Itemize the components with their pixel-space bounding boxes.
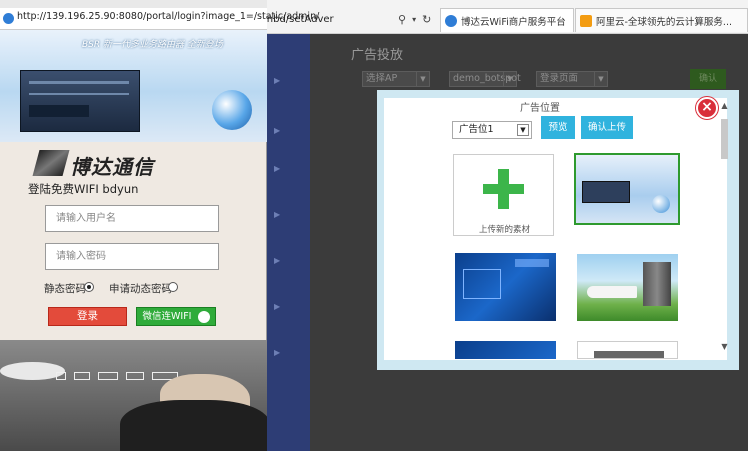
portal-footer-image — [0, 340, 267, 451]
scroll-up-icon[interactable]: ▲ — [719, 101, 730, 111]
ie-icon — [3, 13, 14, 24]
static-password-radio[interactable] — [84, 282, 94, 292]
static-password-label: 静态密码 — [44, 283, 86, 295]
scroll-down-icon[interactable]: ▼ — [719, 342, 730, 352]
brand-logo-icon — [32, 150, 70, 176]
search-icon[interactable]: ⚲ — [398, 13, 406, 26]
modal-scrollbar[interactable]: ▲ ▼ — [719, 101, 730, 354]
popup-titlebar — [0, 0, 267, 8]
chevron-right-icon[interactable]: ▶ — [274, 126, 280, 135]
router-image — [20, 70, 140, 132]
chevron-down-icon: ▼ — [503, 72, 516, 86]
ad-thumbnail-router[interactable] — [574, 153, 680, 225]
welcome-text: 登陆免费WIFI bdyun — [28, 182, 139, 196]
tab-label: 博达云WiFi商户服务平台 — [461, 16, 566, 28]
login-button[interactable]: 登录 — [48, 307, 127, 326]
router-image — [582, 181, 630, 203]
banner-headline: BSR 新一代多业务路由器 全新登场 — [82, 40, 223, 50]
chevron-down-icon: ▼ — [416, 72, 429, 86]
portal-banner: BSR 新一代多业务路由器 全新登场 — [0, 30, 267, 142]
tab-aliyun[interactable]: 阿里云-全球领先的云计算服务... — [575, 8, 748, 32]
upload-confirm-button[interactable]: 确认上传 — [581, 116, 633, 139]
refresh-icon[interactable]: ↻ — [422, 13, 431, 26]
dynamic-password-label: 申请动态密码 — [109, 283, 172, 295]
wifi-icon — [197, 310, 210, 323]
close-tab-icon[interactable]: × — [566, 15, 573, 26]
upload-new-tile[interactable]: 上传新的素材 — [453, 154, 554, 236]
username-input[interactable]: 请输入用户名 — [45, 205, 219, 232]
ad-thumbnail-train[interactable] — [577, 254, 678, 321]
suit-image — [120, 400, 267, 451]
confirm-button[interactable]: 确认 — [690, 69, 726, 89]
ie-icon — [445, 14, 457, 27]
page-select[interactable]: 登录页面 ▼ — [536, 71, 608, 87]
page-title: 广告投放 — [351, 48, 404, 63]
dynamic-password-radio[interactable] — [168, 282, 178, 292]
device-icons — [56, 372, 186, 382]
admin-sidebar: ▶ ▶ ▶ ▶ ▶ ▶ ▶ — [266, 34, 310, 451]
chevron-right-icon[interactable]: ▶ — [274, 256, 280, 265]
ap-select[interactable]: 选择AP ▼ — [362, 71, 430, 87]
ad-thumbnail-tech[interactable] — [455, 253, 556, 321]
close-icon[interactable]: × — [696, 97, 718, 119]
tab-label: 阿里云-全球领先的云计算服务... — [596, 16, 732, 28]
chevron-down-icon: ▼ — [594, 72, 607, 86]
ad-position-select[interactable]: 广告位1 ▼ — [452, 121, 532, 139]
popup-window: http://139.196.25.90:8080/portal/login?i… — [0, 0, 319, 451]
tab-bdyun[interactable]: 博达云WiFi商户服务平台 × — [440, 8, 574, 32]
chevron-right-icon[interactable]: ▶ — [274, 164, 280, 173]
ad-thumbnail[interactable] — [577, 341, 678, 359]
aliyun-icon — [580, 14, 592, 27]
ad-thumbnail[interactable] — [455, 341, 556, 359]
modal-title: 广告位置 — [520, 103, 560, 114]
chevron-down-icon: ▼ — [517, 124, 529, 136]
ssid-select[interactable]: demo_botspot ▼ — [449, 71, 521, 87]
chevron-right-icon[interactable]: ▶ — [274, 302, 280, 311]
chevron-right-icon[interactable]: ▶ — [274, 210, 280, 219]
globe-image — [212, 90, 252, 130]
globe-image — [652, 195, 670, 213]
preview-button[interactable]: 预览 — [541, 116, 575, 139]
popup-address-bar[interactable]: http://139.196.25.90:8080/portal/login?i… — [0, 8, 319, 30]
dropdown-icon[interactable]: ▾ — [412, 15, 416, 24]
train-image — [587, 286, 637, 298]
server-image — [643, 262, 671, 306]
password-input[interactable]: 请输入密码 — [45, 243, 219, 270]
scroll-thumb[interactable] — [721, 119, 728, 159]
wechat-wifi-button[interactable]: 微信连WIFI — [136, 307, 216, 326]
chevron-right-icon[interactable]: ▶ — [274, 76, 280, 85]
brand-name: 博达通信 — [70, 155, 154, 179]
chevron-right-icon[interactable]: ▶ — [274, 348, 280, 357]
upload-tile-label: 上传新的素材 — [478, 225, 530, 235]
